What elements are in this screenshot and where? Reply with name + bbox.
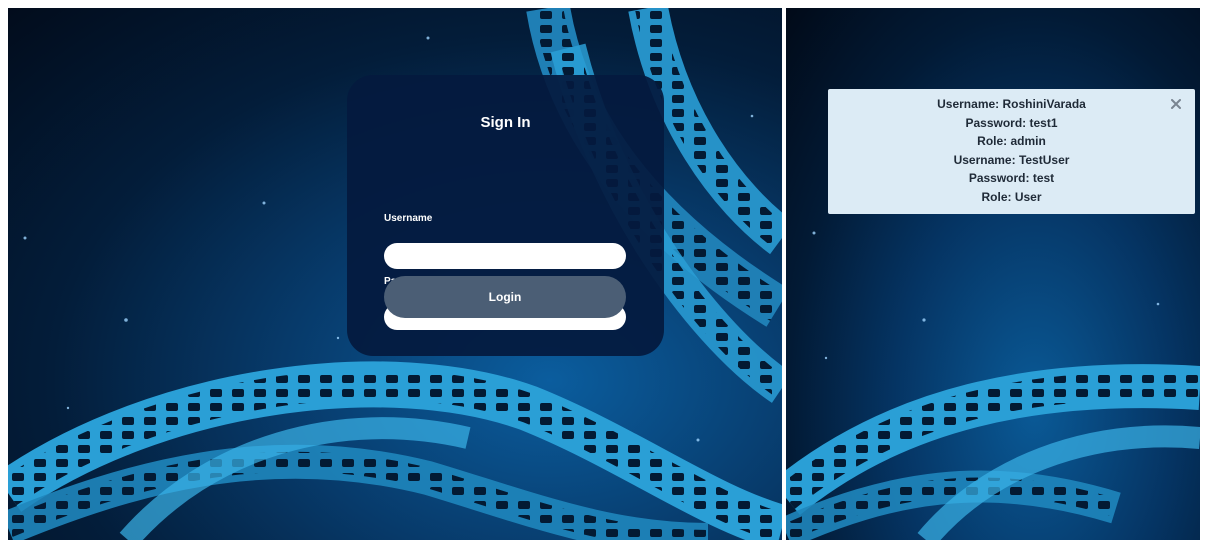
close-popup-button[interactable] [1169,97,1183,111]
credentials-screen: Username: RoshiniVarada Password: test1 … [786,8,1200,540]
credentials-popup: Username: RoshiniVarada Password: test1 … [828,89,1195,214]
credential-line: Role: admin [977,134,1046,149]
credential-line: Password: test [968,171,1055,186]
close-icon [1171,99,1181,109]
credential-line: Username: TestUser [953,152,1070,167]
credential-line: Role: User [981,189,1042,204]
username-label: Username [384,213,433,224]
credentials-list: Username: RoshiniVarada Password: test1 … [828,95,1195,207]
login-screen: Sign In Username Password Login [8,8,782,540]
film-strip-background [786,231,1200,540]
username-input[interactable] [384,243,626,269]
credential-line: Password: test1 [965,115,1058,130]
sign-in-card: Sign In Username Password Login [347,75,664,356]
login-button[interactable]: Login [384,276,626,318]
credential-line: Username: RoshiniVarada [937,97,1086,111]
sign-in-title: Sign In [480,114,531,131]
